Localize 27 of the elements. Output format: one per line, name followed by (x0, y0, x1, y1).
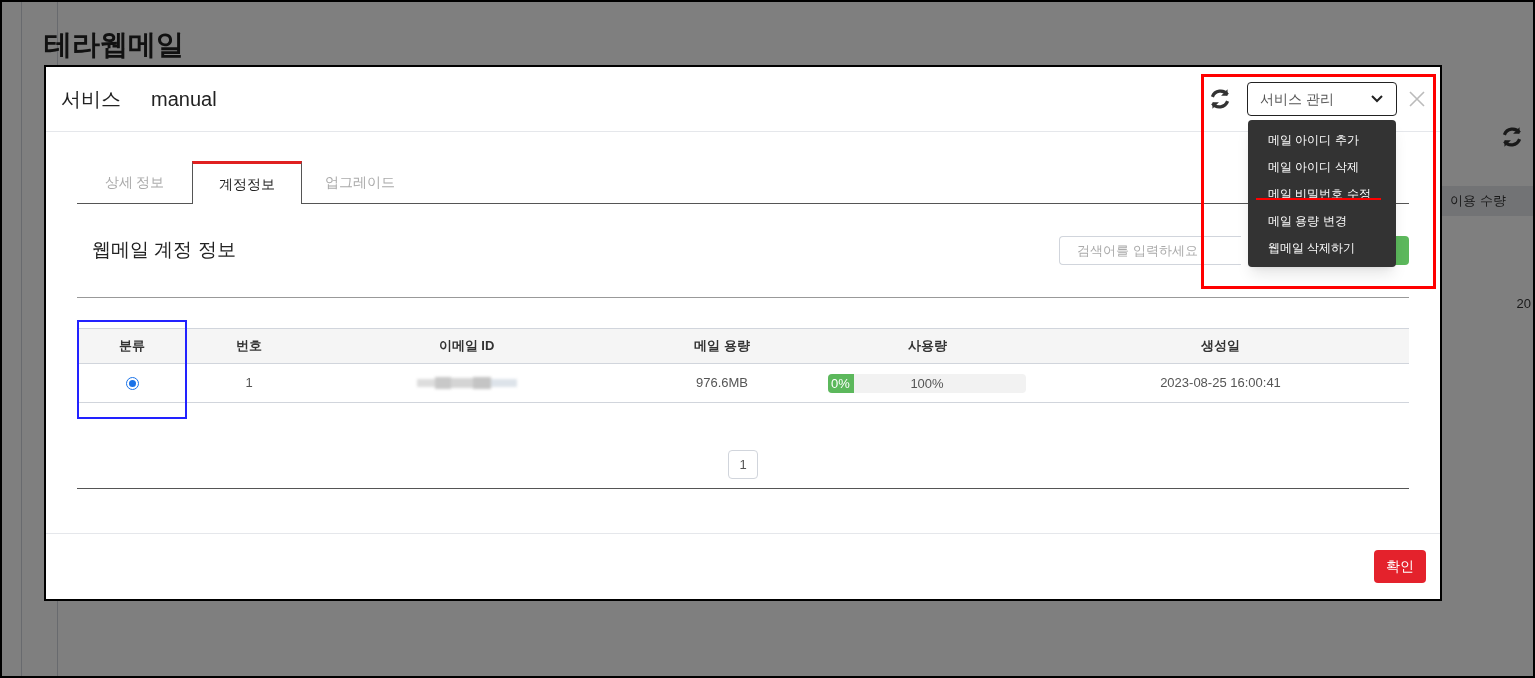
service-name: manual (151, 87, 217, 112)
column-header: 번호 (235, 337, 263, 356)
section-title: 웹메일 계정 정보 (92, 238, 236, 263)
column-header: 사용량 (906, 337, 948, 356)
menu-item[interactable]: 웹메일 삭제하기 (1248, 234, 1396, 261)
column-header: 이메일 ID (437, 337, 496, 356)
table-cell-text: 976.6MB (694, 374, 749, 393)
table-cell-text: 2023-08-25 16:00:41 (1159, 374, 1282, 393)
search-field[interactable]: 검색어를 입력하세요 (1059, 236, 1241, 265)
menu-item[interactable]: 메일 아이디 추가 (1248, 126, 1396, 153)
modal-title: 서비스 (61, 87, 121, 112)
usage-total: 100% (909, 374, 945, 393)
usage-fill: 0% (828, 373, 854, 393)
menu-item[interactable]: 메일 아이디 삭제 (1248, 153, 1396, 180)
column-header: 메일 용량 (693, 337, 751, 356)
table-cell-text: 20 (1516, 294, 1531, 313)
confirm-button[interactable]: 확인 (1374, 550, 1426, 583)
page-title: 테라웹메일 (44, 28, 185, 62)
table-cell-text: 1 (244, 374, 254, 393)
page-button[interactable]: 1 (728, 450, 758, 479)
menu-item[interactable]: 메일 용량 변경 (1248, 207, 1396, 234)
radio-button[interactable] (125, 376, 139, 390)
tab[interactable]: 계정정보 (192, 161, 302, 204)
column-header: 분류 (118, 337, 146, 356)
chevron-down-icon (1370, 94, 1384, 104)
service-select[interactable]: 서비스 관리 (1247, 82, 1397, 116)
column-header: 생성일 (1200, 337, 1241, 356)
